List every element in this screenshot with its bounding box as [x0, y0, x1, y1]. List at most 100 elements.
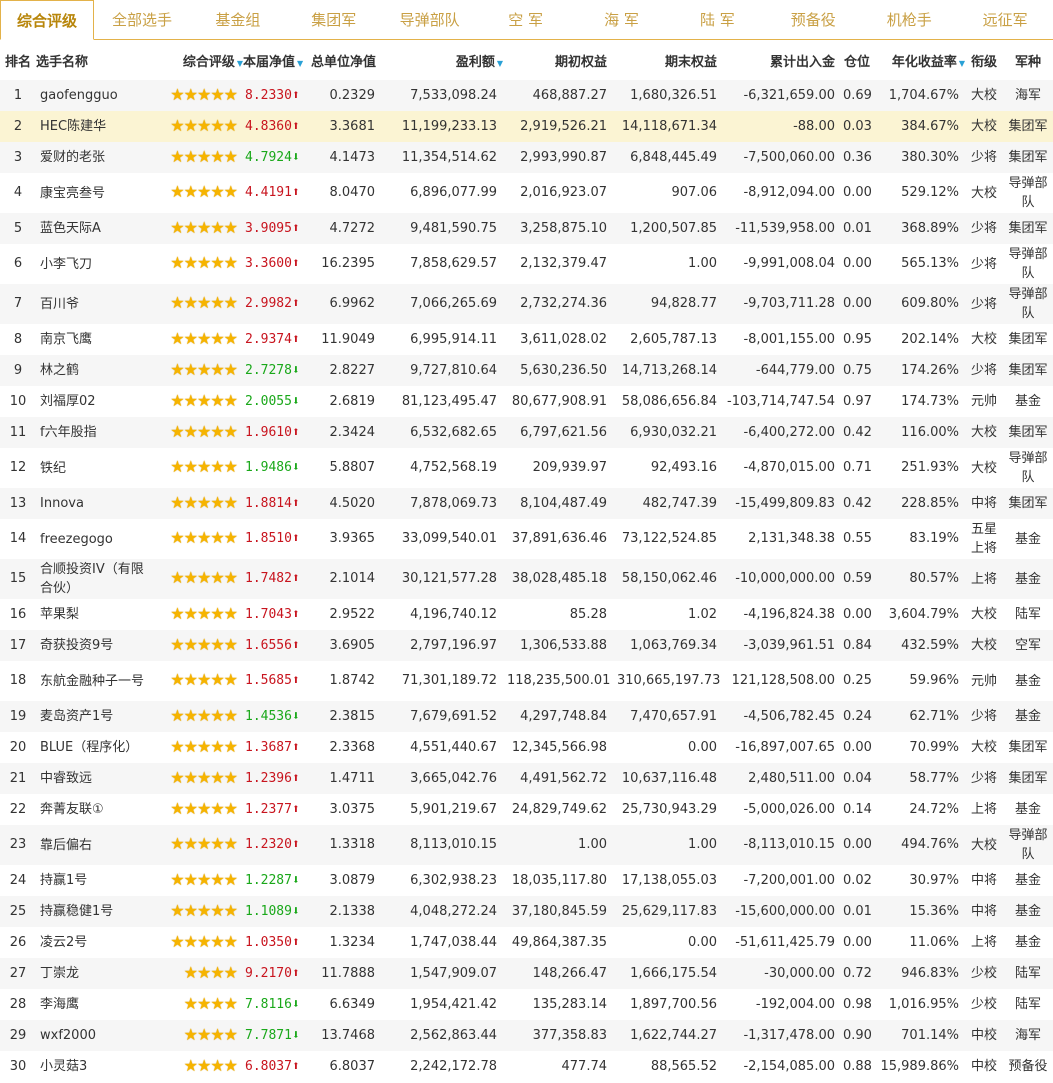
cell-name[interactable]: 康宝亮叁号 [36, 173, 148, 213]
cell-name[interactable]: 林之鹤 [36, 355, 148, 386]
star-icon: ★ [170, 634, 184, 654]
cell-name[interactable]: 丁崇龙 [36, 958, 148, 989]
cell-branch: 集团军 [1008, 150, 1048, 165]
star-icon: ★ [210, 900, 224, 920]
table-row[interactable]: 30 小灵菇3 ★★★★ 6.8037⬆ 6.8037 2,242,172.78 477.7… [0, 1051, 1053, 1082]
cell-name[interactable]: BLUE（程序化） [36, 732, 148, 763]
cell-name[interactable]: 持赢1号 [36, 865, 148, 896]
col-end-equity[interactable]: 期末权益 [613, 40, 723, 80]
star-icon: ★ [183, 421, 198, 441]
table-row[interactable]: 14 freezegogo ★★★★★ 1.8510⬆ 3.9365 33,099,540… [0, 519, 1053, 559]
cell-name[interactable]: 铁纪 [36, 448, 148, 488]
cell-profit: 7,878,069.73 [410, 495, 497, 511]
table-row[interactable]: 18 东航金融种子一号 ★★★★★ 1.5685⬆ 1.8742 71,301,189.7… [0, 661, 1053, 701]
col-rating[interactable]: 综合评级 ▼ [148, 40, 243, 80]
cell-name[interactable]: Innova [36, 488, 148, 519]
tab-7[interactable]: 陆 军 [669, 0, 765, 39]
cell-name[interactable]: 百川爷 [36, 284, 148, 324]
table-row[interactable]: 21 中睿致远 ★★★★★ 1.2396⬆ 1.4711 3,665,042.76 4,49… [0, 763, 1053, 794]
tab-10[interactable]: 远征军 [957, 0, 1053, 39]
cell-name[interactable]: 蓝色天际A [36, 213, 148, 244]
cell-name[interactable]: 持赢稳健1号 [36, 896, 148, 927]
col-position[interactable]: 仓位 [839, 40, 875, 80]
table-row[interactable]: 27 丁崇龙 ★★★★ 9.2170⬆ 11.7888 1,547,909.07 148,2… [0, 958, 1053, 989]
col-rank[interactable]: 排名 [0, 40, 36, 80]
table-row[interactable]: 15 合顺投资IV（有限合伙） ★★★★★ 1.7482⬆ 2.1014 30,121,5… [0, 559, 1053, 599]
table-row[interactable]: 24 持赢1号 ★★★★★ 1.2287⬇ 3.0879 6,302,938.23 18,0… [0, 865, 1053, 896]
cell-rating: ★★★★★ [148, 661, 243, 701]
cell-flow: 2,131,348.38 [748, 531, 835, 546]
table-row[interactable]: 12 铁纪 ★★★★★ 1.9486⬇ 5.8807 4,752,568.19 209,93… [0, 448, 1053, 488]
tab-0[interactable]: 综合评级 [0, 0, 94, 40]
cell-name[interactable]: 南京飞鹰 [36, 324, 148, 355]
tab-5[interactable]: 空 军 [478, 0, 574, 39]
tab-8[interactable]: 预备役 [765, 0, 861, 39]
cell-name[interactable]: 靠后偏右 [36, 825, 148, 865]
table-row[interactable]: 20 BLUE（程序化） ★★★★★ 1.3687⬆ 2.3368 4,551,440.6… [0, 732, 1053, 763]
cell-name[interactable]: 刘福厚02 [36, 386, 148, 417]
col-start-equity[interactable]: 期初权益 [503, 40, 613, 80]
table-row[interactable]: 2 HEC陈建华 ★★★★★ 4.8360⬆ 3.3681 11,199,233.13 2,… [0, 111, 1053, 142]
cell-name[interactable]: 中睿致远 [36, 763, 148, 794]
col-flow[interactable]: 累计出入金 [723, 40, 839, 80]
tab-6[interactable]: 海 军 [574, 0, 670, 39]
sort-down-icon[interactable]: ▼ [497, 59, 503, 68]
star-icon: ★ [170, 931, 184, 951]
cell-name[interactable]: 合顺投资IV（有限合伙） [36, 559, 148, 599]
table-row[interactable]: 19 麦岛资产1号 ★★★★★ 1.4536⬇ 2.3815 7,679,691.52 4,… [0, 701, 1053, 732]
col-branch[interactable]: 军种 [1003, 40, 1053, 80]
tab-9[interactable]: 机枪手 [861, 0, 957, 39]
tab-1[interactable]: 全部选手 [94, 0, 190, 39]
table-row[interactable]: 4 康宝亮叁号 ★★★★★ 4.4191⬆ 8.0470 6,896,077.99 2,01… [0, 173, 1053, 213]
cell-name[interactable]: 小李飞刀 [36, 244, 148, 284]
col-total-nav[interactable]: 总单位净值 [311, 40, 393, 80]
cell-name[interactable]: f六年股指 [36, 417, 148, 448]
cell-total-nav: 1.8742 [329, 673, 376, 688]
sort-down-icon[interactable]: ▼ [959, 59, 965, 68]
cell-name[interactable]: 爱财的老张 [36, 142, 148, 173]
cell-annual: 15,989.86% [880, 1058, 959, 1074]
table-row[interactable]: 13 Innova ★★★★★ 1.8814⬆ 4.5020 7,878,069.73 8,… [0, 488, 1053, 519]
col-annual[interactable]: 年化收益率 ▼ [875, 40, 965, 80]
cell-name[interactable]: HEC陈建华 [36, 111, 148, 142]
col-title[interactable]: 衔级 [965, 40, 1003, 80]
cell-name[interactable]: 李海鹰 [36, 989, 148, 1020]
tab-4[interactable]: 导弹部队 [382, 0, 478, 39]
cell-name[interactable]: freezegogo [36, 519, 148, 559]
table-row[interactable]: 8 南京飞鹰 ★★★★★ 2.9374⬆ 11.9049 6,995,914.11 3,61… [0, 324, 1053, 355]
col-name[interactable]: 选手名称 [36, 40, 148, 80]
cell-name[interactable]: 苹果梨 [36, 599, 148, 630]
table-row[interactable]: 22 奔菁友联① ★★★★★ 1.2377⬆ 3.0375 5,901,219.67 24,… [0, 794, 1053, 825]
tab-2[interactable]: 基金组 [190, 0, 286, 39]
col-profit[interactable]: 盈利额 ▼ [393, 40, 503, 80]
table-row[interactable]: 5 蓝色天际A ★★★★★ 3.9095⬆ 4.7272 9,481,590.75 3,25… [0, 213, 1053, 244]
table-row[interactable]: 23 靠后偏右 ★★★★★ 1.2320⬆ 1.3318 8,113,010.15 1.00… [0, 825, 1053, 865]
table-row[interactable]: 16 苹果梨 ★★★★★ 1.7043⬆ 2.9522 4,196,740.12 85.28… [0, 599, 1053, 630]
table-row[interactable]: 28 李海鹰 ★★★★ 7.8116⬇ 6.6349 1,954,421.42 135,28… [0, 989, 1053, 1020]
cell-name[interactable]: 奔菁友联① [36, 794, 148, 825]
table-row[interactable]: 3 爱财的老张 ★★★★★ 4.7924⬇ 4.1473 11,354,514.62 2,9… [0, 142, 1053, 173]
table-row[interactable]: 26 凌云2号 ★★★★★ 1.0350⬆ 1.3234 1,747,038.44 49,8… [0, 927, 1053, 958]
cell-name[interactable]: 奇获投资9号 [36, 630, 148, 661]
cell-name[interactable]: 东航金融种子一号 [36, 661, 148, 701]
sort-down-icon[interactable]: ▼ [297, 59, 303, 68]
cell-name[interactable]: 凌云2号 [36, 927, 148, 958]
cell-name[interactable]: gaofengguo [36, 80, 148, 111]
table-row[interactable]: 6 小李飞刀 ★★★★★ 3.3600⬆ 16.2395 7,858,629.57 2,13… [0, 244, 1053, 284]
cell-nav: 8.2330⬆ [243, 80, 311, 111]
table-row[interactable]: 1 gaofengguo ★★★★★ 8.2330⬆ 0.2329 7,533,098.2… [0, 80, 1053, 111]
table-row[interactable]: 29 wxf2000 ★★★★ 7.7871⬇ 13.7468 2,562,863.44 3… [0, 1020, 1053, 1051]
cell-rating: ★★★★★ [148, 284, 243, 324]
table-row[interactable]: 25 持赢稳健1号 ★★★★★ 1.1089⬇ 2.1338 4,048,272.24 37… [0, 896, 1053, 927]
tab-3[interactable]: 集团军 [286, 0, 382, 39]
table-row[interactable]: 10 刘福厚02 ★★★★★ 2.0055⬇ 2.6819 81,123,495.47 80… [0, 386, 1053, 417]
cell-name[interactable]: 麦岛资产1号 [36, 701, 148, 732]
star-icon: ★ [223, 962, 238, 982]
table-row[interactable]: 11 f六年股指 ★★★★★ 1.9610⬆ 2.3424 6,532,682.65 6,7… [0, 417, 1053, 448]
cell-name[interactable]: wxf2000 [36, 1020, 148, 1051]
table-row[interactable]: 9 林之鹤 ★★★★★ 2.7278⬇ 2.8227 9,727,810.64 5,630,… [0, 355, 1053, 386]
cell-name[interactable]: 小灵菇3 [36, 1051, 148, 1082]
col-nav[interactable]: 本届净值 ▼ [243, 40, 311, 80]
table-row[interactable]: 7 百川爷 ★★★★★ 2.9982⬆ 6.9962 7,066,265.69 2,732,… [0, 284, 1053, 324]
table-row[interactable]: 17 奇获投资9号 ★★★★★ 1.6556⬆ 3.6905 2,797,196.97 1,… [0, 630, 1053, 661]
